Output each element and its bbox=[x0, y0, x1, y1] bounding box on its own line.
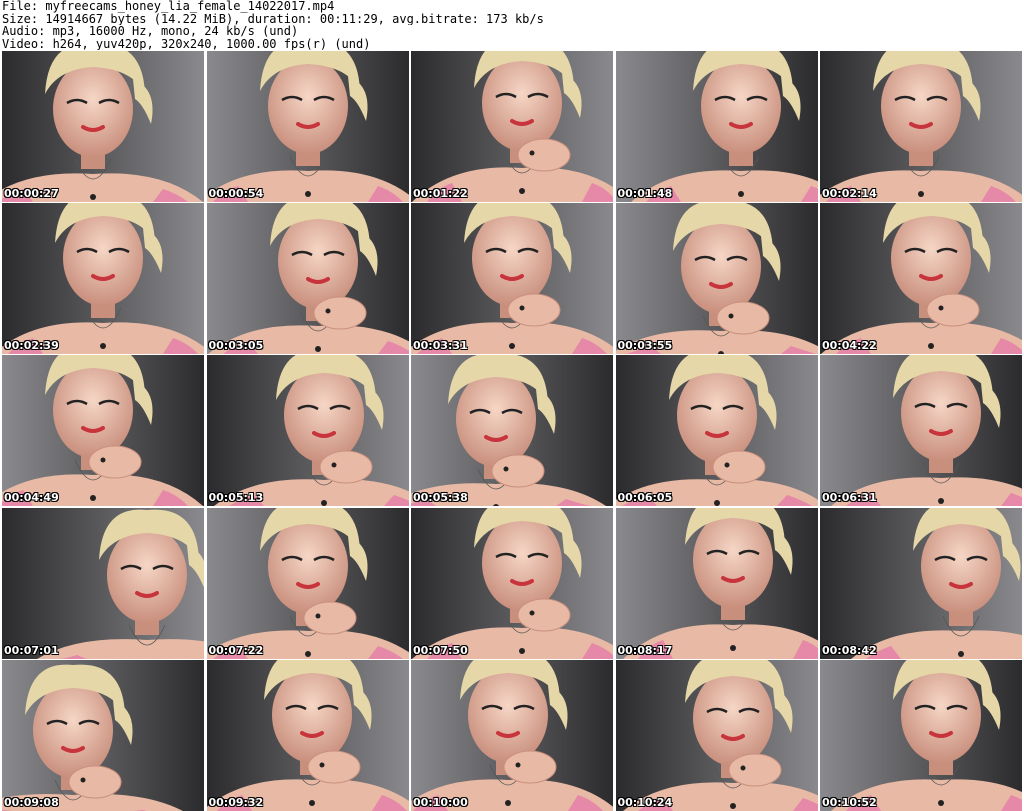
thumbnail-image bbox=[820, 203, 1022, 355]
timestamp-label: 00:02:39 bbox=[4, 339, 59, 353]
thumbnail-image bbox=[206, 51, 409, 202]
thumbnail-image bbox=[411, 51, 613, 202]
thumbnail-image bbox=[206, 659, 409, 811]
thumbnail-frame: 00:06:31 bbox=[820, 355, 1022, 507]
timestamp-label: 00:07:50 bbox=[413, 643, 468, 657]
timestamp-label: 00:10:24 bbox=[617, 795, 673, 809]
thumbnail-frame: 00:08:42 bbox=[820, 507, 1022, 659]
thumbnail-frame: 00:04:49 bbox=[2, 355, 204, 507]
thumbnail-image bbox=[411, 507, 613, 659]
timestamp-label: 00:02:14 bbox=[822, 187, 877, 200]
timestamp-label: 00:09:32 bbox=[208, 795, 264, 809]
thumbnail-frame: 00:07:50 bbox=[411, 507, 613, 659]
timestamp-label: 00:10:00 bbox=[413, 795, 468, 809]
thumbnail-frame: 00:10:24 bbox=[615, 659, 818, 811]
thumbnail-image bbox=[615, 51, 818, 202]
thumbnail-frame: 00:03:55 bbox=[615, 203, 818, 355]
thumbnail-image bbox=[411, 659, 613, 811]
timestamp-label: 00:09:08 bbox=[4, 795, 59, 809]
thumbnail-frame: 00:06:05 bbox=[615, 355, 818, 507]
thumbnail-image bbox=[615, 355, 818, 507]
thumbnail-image bbox=[820, 507, 1022, 659]
video-info-line: Video: h264, yuv420p, 320x240, 1000.00 f… bbox=[2, 37, 371, 51]
thumbnail-image bbox=[615, 507, 818, 659]
timestamp-label: 00:01:22 bbox=[413, 187, 468, 200]
timestamp-label: 00:07:22 bbox=[208, 643, 264, 657]
timestamp-label: 00:08:42 bbox=[822, 643, 877, 657]
timestamp-label: 00:05:13 bbox=[208, 491, 264, 505]
thumbnail-frame: 00:05:13 bbox=[206, 355, 409, 507]
thumbnail-frame: 00:07:22 bbox=[206, 507, 409, 659]
thumbnail-image bbox=[411, 355, 613, 507]
thumbnail-frame: 00:08:17 bbox=[615, 507, 818, 659]
thumbnail-frame: 00:09:08 bbox=[2, 659, 204, 811]
timestamp-label: 00:00:27 bbox=[4, 187, 59, 200]
thumbnail-image bbox=[2, 659, 204, 811]
audio-info-line: Audio: mp3, 16000 Hz, mono, 24 kb/s (und… bbox=[2, 25, 299, 38]
thumbnail-image bbox=[615, 659, 818, 811]
thumbnail-image bbox=[2, 355, 204, 507]
timestamp-label: 00:03:05 bbox=[208, 339, 264, 353]
thumbnail-image bbox=[206, 507, 409, 659]
thumbnail-frame: 00:05:38 bbox=[411, 355, 613, 507]
thumbnail-image bbox=[2, 507, 204, 659]
file-name-line: File: myfreecams_honey_lia_female_140220… bbox=[2, 0, 335, 13]
thumbnail-grid: 00:00:27 00:00:54 00:01:22 00:01:48 00:0… bbox=[2, 51, 1022, 811]
thumbnail-image bbox=[411, 203, 613, 355]
timestamp-label: 00:00:54 bbox=[208, 187, 264, 200]
timestamp-label: 00:07:01 bbox=[4, 643, 59, 657]
thumbnail-frame: 00:02:14 bbox=[820, 51, 1022, 202]
timestamp-label: 00:08:17 bbox=[617, 643, 673, 657]
timestamp-label: 00:06:31 bbox=[822, 491, 877, 505]
thumbnail-frame: 00:03:05 bbox=[206, 203, 409, 355]
thumbnail-frame: 00:04:22 bbox=[820, 203, 1022, 355]
timestamp-label: 00:04:49 bbox=[4, 491, 59, 505]
timestamp-label: 00:05:38 bbox=[413, 491, 468, 505]
file-size-line: Size: 14914667 bytes (14.22 MiB), durati… bbox=[2, 12, 544, 26]
timestamp-label: 00:10:52 bbox=[822, 795, 877, 809]
thumbnail-image bbox=[820, 355, 1022, 507]
thumbnail-image bbox=[615, 203, 818, 355]
timestamp-label: 00:06:05 bbox=[617, 491, 673, 505]
thumbnail-frame: 00:01:22 bbox=[411, 51, 613, 202]
timestamp-label: 00:03:55 bbox=[617, 339, 673, 353]
thumbnail-frame: 00:02:39 bbox=[2, 203, 204, 355]
info-header: File: myfreecams_honey_lia_female_140220… bbox=[2, 0, 1022, 50]
thumbnail-frame: 00:10:52 bbox=[820, 659, 1022, 811]
thumbnail-image bbox=[206, 203, 409, 355]
thumbnail-frame: 00:00:54 bbox=[206, 51, 409, 202]
timestamp-label: 00:03:31 bbox=[413, 339, 468, 353]
timestamp-label: 00:01:48 bbox=[617, 187, 673, 200]
thumbnail-frame: 00:00:27 bbox=[2, 51, 204, 202]
thumbnail-frame: 00:07:01 bbox=[2, 507, 204, 659]
thumbnail-image bbox=[820, 51, 1022, 202]
thumbnail-image bbox=[2, 51, 204, 202]
thumbnail-frame: 00:10:00 bbox=[411, 659, 613, 811]
thumbnail-image bbox=[820, 659, 1022, 811]
thumbnail-image bbox=[206, 355, 409, 507]
thumbnail-frame: 00:09:32 bbox=[206, 659, 409, 811]
thumbnail-frame: 00:01:48 bbox=[615, 51, 818, 202]
thumbnail-image bbox=[2, 203, 204, 355]
timestamp-label: 00:04:22 bbox=[822, 339, 877, 353]
thumbnail-frame: 00:03:31 bbox=[411, 203, 613, 355]
